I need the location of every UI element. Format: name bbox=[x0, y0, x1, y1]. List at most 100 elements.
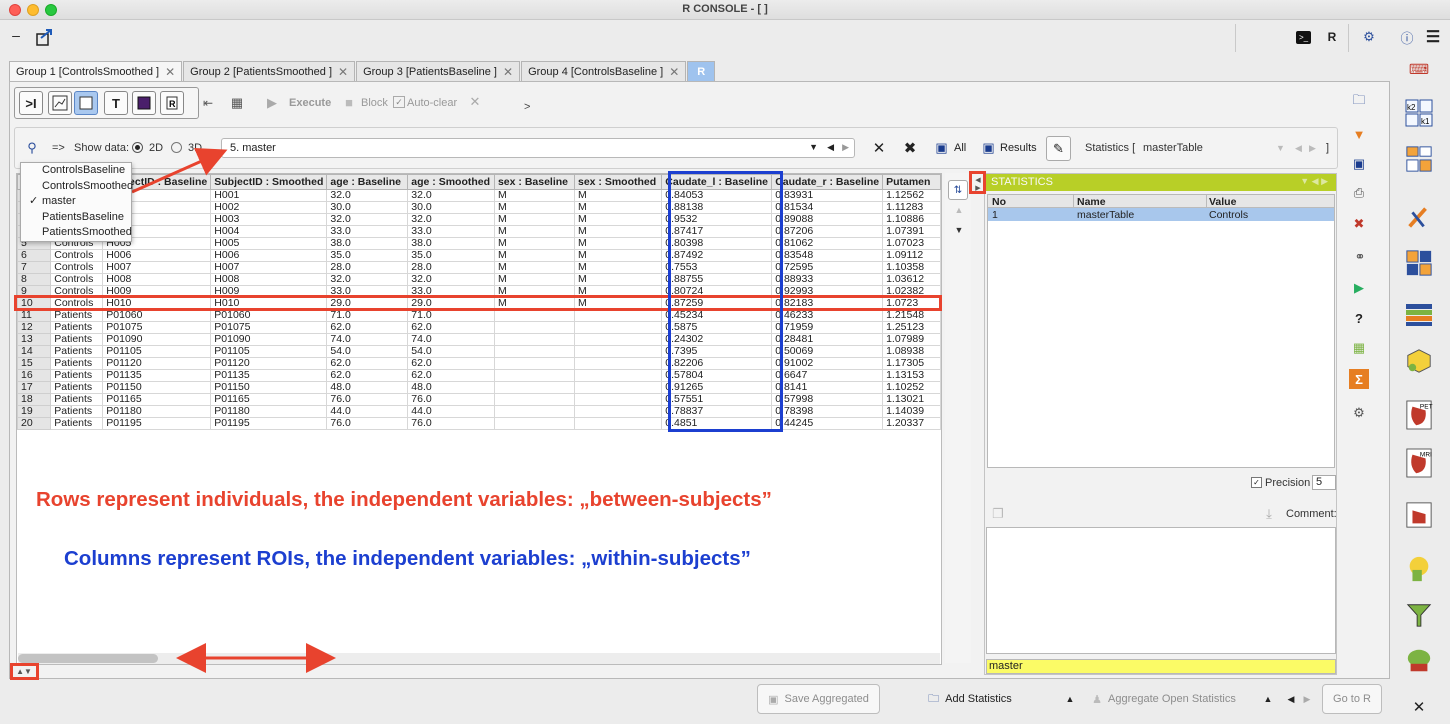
table-cell[interactable]: H008 bbox=[210, 273, 328, 286]
tab-r[interactable]: R bbox=[687, 61, 716, 81]
table-cell[interactable]: Patients bbox=[50, 333, 104, 346]
table-cell[interactable]: P01165 bbox=[102, 393, 212, 406]
table-cell[interactable]: Patients bbox=[50, 405, 104, 418]
table-row[interactable]: 16 Patients P01135 P01135 62.0 62.0 0.57804 0.6… bbox=[17, 369, 941, 382]
table-cell[interactable]: Controls bbox=[50, 273, 104, 286]
sum-icon[interactable]: Σ bbox=[1349, 369, 1369, 389]
statistics-tool-icon[interactable]: ✎ bbox=[1046, 136, 1071, 161]
previous-icon[interactable]: ◀ bbox=[1285, 693, 1297, 705]
save-results-icon[interactable]: ▣ bbox=[982, 140, 995, 155]
previous-icon[interactable]: ◀ bbox=[1295, 143, 1302, 154]
network-icon[interactable]: ⚙ bbox=[1358, 28, 1380, 46]
table-cell[interactable]: Patients bbox=[50, 321, 104, 334]
table-cell[interactable]: 62.0 bbox=[407, 321, 495, 334]
table-row[interactable]: 19 Patients P01180 P01180 44.0 44.0 0.78837 0.7… bbox=[17, 405, 941, 418]
table-cell[interactable]: M bbox=[493, 237, 575, 250]
table-cell[interactable]: 0.83548 bbox=[771, 249, 884, 262]
table-row[interactable]: 14 Patients P01105 P01105 54.0 54.0 0.7395 0.50… bbox=[17, 345, 941, 358]
table-cell[interactable]: M bbox=[573, 249, 663, 262]
chevron-down-icon[interactable]: ▼ bbox=[1276, 143, 1285, 153]
table-cell[interactable] bbox=[573, 357, 663, 370]
table-row[interactable]: 2ControlsH002H00230.030.0MM0.881380.8153… bbox=[17, 201, 941, 214]
table-row[interactable]: 3ControlsH003H00332.032.0MM0.95320.89088… bbox=[17, 213, 941, 226]
table-cell[interactable] bbox=[493, 369, 575, 382]
more-button[interactable]: > bbox=[524, 101, 530, 113]
row-number[interactable]: 19 bbox=[17, 405, 52, 418]
table-cell[interactable]: 1.13153 bbox=[882, 369, 941, 382]
chevron-up-icon[interactable]: ▲ bbox=[1262, 693, 1274, 705]
previous-icon[interactable]: ◀ bbox=[827, 142, 834, 153]
table-cell[interactable]: H006 bbox=[210, 249, 328, 262]
table-cell[interactable]: 0.7395 bbox=[661, 345, 773, 358]
table-cell[interactable]: P01105 bbox=[102, 345, 212, 358]
row-number[interactable]: 6 bbox=[17, 249, 52, 262]
table-cell[interactable]: 0.6647 bbox=[771, 369, 884, 382]
table-cell[interactable]: 74.0 bbox=[326, 333, 409, 346]
close-icon[interactable]: ✕ bbox=[503, 65, 513, 79]
precision-checkbox[interactable]: ✓ bbox=[1251, 477, 1262, 488]
execute-button[interactable]: Execute bbox=[289, 97, 331, 109]
menu-icon[interactable]: ☰ bbox=[1425, 28, 1441, 46]
table-cell[interactable]: Controls bbox=[50, 285, 104, 298]
table-cell[interactable]: 62.0 bbox=[326, 369, 409, 382]
table-cell[interactable]: 48.0 bbox=[326, 381, 409, 394]
table-cell[interactable]: 0.24302 bbox=[661, 333, 773, 346]
table-cell[interactable]: 1.02382 bbox=[882, 285, 941, 298]
table-cell[interactable]: M bbox=[573, 261, 663, 274]
table-cell[interactable] bbox=[573, 417, 663, 430]
table-cell[interactable]: 0.8141 bbox=[771, 381, 884, 394]
autoclear-checkbox[interactable]: ✓ bbox=[393, 96, 405, 108]
table-cell[interactable]: 28.0 bbox=[326, 261, 409, 274]
table-cell[interactable] bbox=[493, 393, 575, 406]
table-row[interactable]: 12 Patients P01075 P01075 62.0 62.0 0.5875 0.71… bbox=[17, 321, 941, 334]
matrix-icon[interactable] bbox=[1405, 302, 1433, 328]
panel-nav-icons[interactable]: ▼ ◀ ▶ bbox=[1300, 176, 1328, 187]
table-cell[interactable]: 0.72595 bbox=[771, 261, 884, 274]
table-cell[interactable]: 38.0 bbox=[407, 237, 495, 250]
table-cell[interactable]: P01135 bbox=[102, 369, 212, 382]
settings-icon[interactable]: ⚙ bbox=[1351, 405, 1367, 421]
row-number[interactable]: 9 bbox=[17, 285, 52, 298]
table-cell[interactable]: 48.0 bbox=[407, 381, 495, 394]
table-row[interactable]: 20 Patients P01195 P01195 76.0 76.0 0.4851 0.44… bbox=[17, 417, 941, 430]
text-mode-button[interactable]: T bbox=[104, 91, 128, 115]
statistics-status-field[interactable]: master bbox=[986, 659, 1336, 674]
table-row[interactable]: 10 Controls H010 H010 29.0 29.0 M M 0.87259 0.821… bbox=[17, 297, 941, 310]
table-cell[interactable]: 1.07989 bbox=[882, 333, 941, 346]
table-cell[interactable]: 30.0 bbox=[407, 201, 495, 214]
table-cell[interactable]: 44.0 bbox=[407, 405, 495, 418]
table-cell[interactable]: 1.20337 bbox=[882, 417, 941, 430]
cube-icon[interactable] bbox=[1405, 348, 1433, 374]
sort-icon[interactable]: ⇅ bbox=[948, 180, 968, 200]
run-icon[interactable]: ▶ bbox=[1352, 280, 1366, 295]
row-number[interactable]: 18 bbox=[17, 393, 52, 406]
table-row[interactable]: 1 masterTable Controls bbox=[988, 208, 1334, 221]
close-icon[interactable]: ✕ bbox=[669, 65, 679, 79]
table-row[interactable]: 7 Controls H007 H007 28.0 28.0 M M 0.7553 0.72595… bbox=[17, 261, 941, 274]
close-all-icon[interactable]: ✖ bbox=[902, 140, 918, 157]
table-cell[interactable]: M bbox=[493, 297, 575, 310]
table-cell[interactable]: 0.81062 bbox=[771, 237, 884, 250]
table-cell[interactable]: M bbox=[573, 213, 663, 226]
table-cell[interactable]: Patients bbox=[50, 345, 104, 358]
dataset-select[interactable]: 5. master ▼ ◀ ▶ bbox=[221, 138, 855, 158]
table-cell[interactable]: 38.0 bbox=[326, 237, 409, 250]
table-cell[interactable]: 76.0 bbox=[407, 417, 495, 430]
delete-icon[interactable]: ✖ bbox=[1352, 216, 1366, 231]
column-header[interactable]: sex : Smoothed bbox=[573, 174, 663, 190]
table-cell[interactable]: P01075 bbox=[102, 321, 212, 334]
table-cell[interactable]: H009 bbox=[102, 285, 212, 298]
table-cell[interactable]: 0.57804 bbox=[661, 369, 773, 382]
table-cell[interactable] bbox=[493, 333, 575, 346]
table-cell[interactable]: 1.14039 bbox=[882, 405, 941, 418]
download-db-icon[interactable]: ▼ bbox=[1351, 124, 1367, 144]
table-cell[interactable]: 0.80398 bbox=[661, 237, 773, 250]
table-cell[interactable]: 0.7553 bbox=[661, 261, 773, 274]
panel-collapse-icon[interactable]: ◀ ▶ bbox=[974, 176, 982, 192]
table-cell[interactable]: 29.0 bbox=[407, 297, 495, 310]
table-cell[interactable]: 1.21548 bbox=[882, 309, 941, 322]
table-cell[interactable]: 32.0 bbox=[407, 213, 495, 226]
table-cell[interactable]: P01195 bbox=[210, 417, 328, 430]
table-cell[interactable]: Patients bbox=[50, 369, 104, 382]
table-cell[interactable]: 1.0723 bbox=[882, 297, 941, 310]
